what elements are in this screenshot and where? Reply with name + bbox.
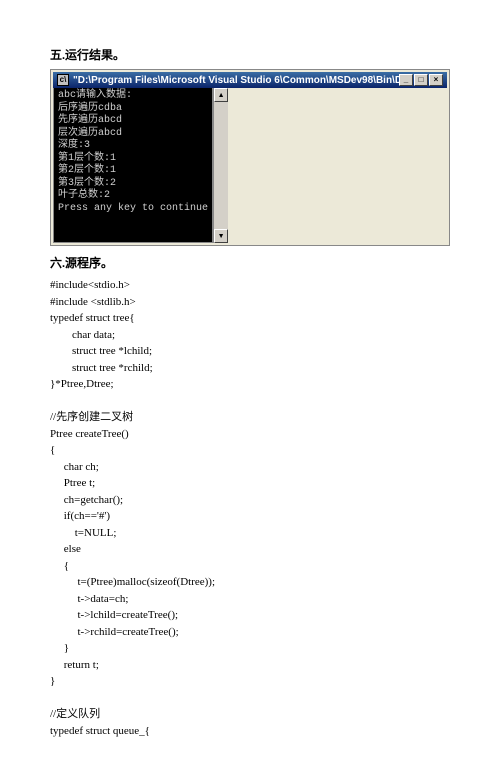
cmd-icon: c\ — [57, 74, 69, 86]
vertical-scrollbar[interactable]: ▲ ▼ — [213, 88, 228, 243]
close-button[interactable]: × — [429, 74, 443, 86]
console-titlebar: c\ "D:\Program Files\Microsoft Visual St… — [53, 72, 447, 88]
source-code: #include<stdio.h> #include <stdlib.h> ty… — [50, 277, 450, 739]
console-output: abc请输入数据: 后序遍历cdba 先序遍历abcd 层次遍历abcd 深度:… — [53, 88, 213, 243]
scroll-up-button[interactable]: ▲ — [214, 88, 228, 102]
section-6-header: 六.源程序。 — [50, 254, 450, 271]
minimize-button[interactable]: _ — [399, 74, 413, 86]
maximize-button[interactable]: □ — [414, 74, 428, 86]
section-5-header: 五.运行结果。 — [50, 46, 450, 63]
console-title: "D:\Program Files\Microsoft Visual Studi… — [73, 75, 399, 86]
console-body-wrapper: abc请输入数据: 后序遍历cdba 先序遍历abcd 层次遍历abcd 深度:… — [53, 88, 447, 243]
window-buttons: _ □ × — [399, 74, 443, 86]
console-window: c\ "D:\Program Files\Microsoft Visual St… — [50, 69, 450, 246]
scroll-down-button[interactable]: ▼ — [214, 229, 228, 243]
scroll-track[interactable] — [214, 102, 228, 229]
